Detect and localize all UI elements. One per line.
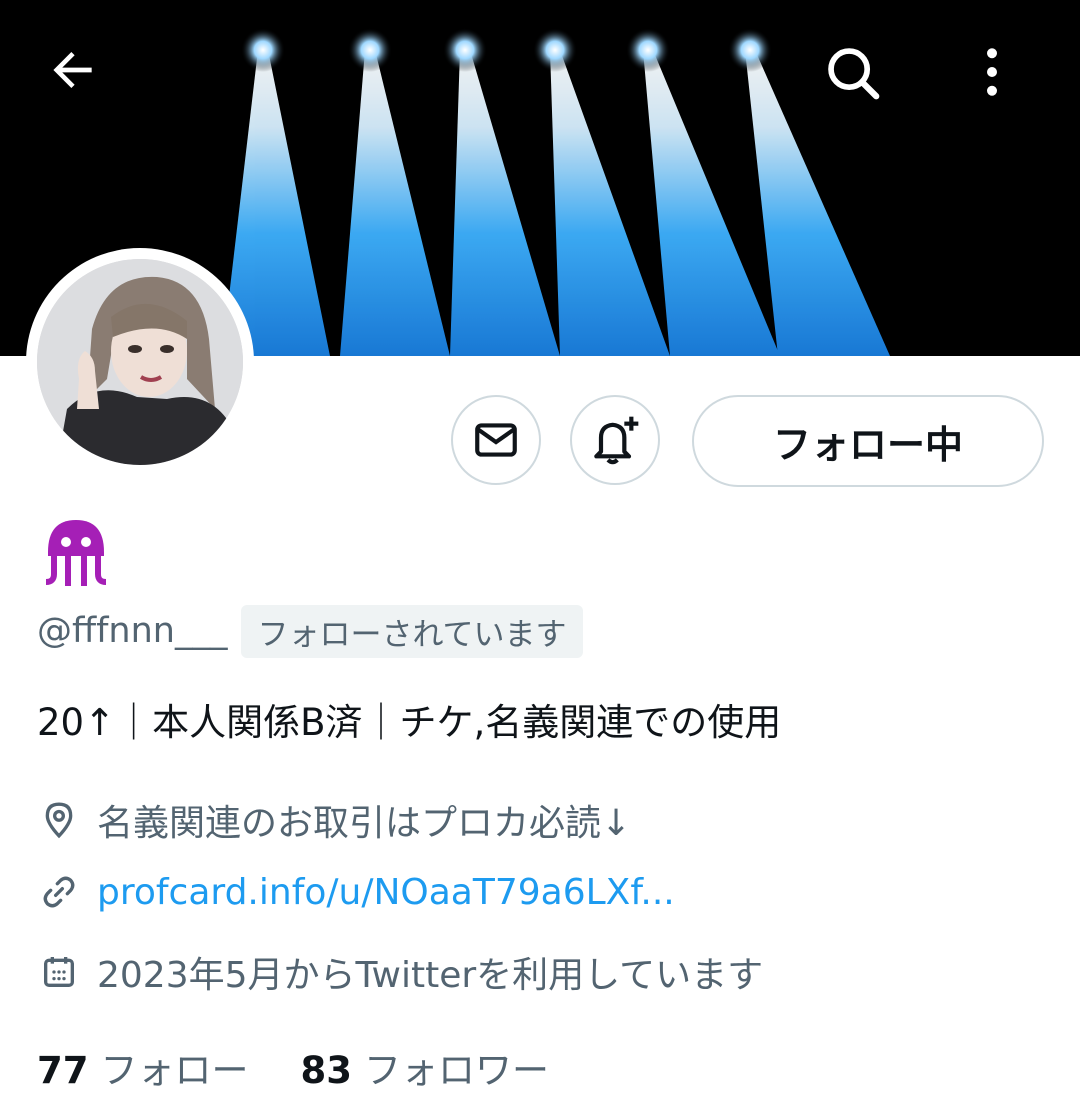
profile-bio: 20↑｜本人関係B済｜チケ,名義関連での使用 [37,701,782,744]
avatar-photo [37,259,243,465]
calendar-icon [37,950,81,994]
search-icon [828,48,880,100]
handle-row: @fffnnn___ フォローされています [37,604,583,658]
arrow-left-icon [53,52,92,88]
followers-count: 83 [300,1049,353,1092]
more-vertical-icon [987,48,997,96]
following-label: フォロー [100,1049,249,1092]
more-options-button[interactable] [962,42,1042,122]
link-icon [37,870,81,914]
profile-avatar[interactable] [26,248,254,476]
follows-you-badge: フォローされています [241,604,583,658]
location-pin-icon [37,798,81,842]
message-button[interactable] [451,395,541,485]
user-handle: @fffnnn___ [37,611,228,651]
back-button[interactable] [45,42,125,122]
website-link[interactable]: profcard.info/u/NOaaT79a6LXf... [97,872,675,913]
joined-date-text: 2023年5月からTwitterを利用しています [97,955,764,996]
search-button[interactable] [822,42,902,122]
following-stat[interactable]: 77 フォロー [37,1040,249,1094]
location-text: 名義関連のお取引はプロカ必読↓ [97,803,632,844]
envelope-icon [475,423,517,457]
follow-stats: 77 フォロー 83 フォロワー [37,1040,549,1094]
jellyfish-emoji-icon [42,516,110,590]
following-button[interactable]: フォロー中 [692,395,1044,487]
notifications-button[interactable] [570,395,660,485]
joined-row: 2023年5月からTwitterを利用しています [37,946,763,998]
bell-plus-icon [594,416,639,465]
following-count: 77 [37,1049,89,1092]
followers-stat[interactable]: 83 フォロワー [301,1040,550,1094]
website-row: profcard.info/u/NOaaT79a6LXf... [37,870,675,914]
location-row: 名義関連のお取引はプロカ必読↓ [37,794,631,846]
followers-label: フォロワー [364,1049,549,1092]
